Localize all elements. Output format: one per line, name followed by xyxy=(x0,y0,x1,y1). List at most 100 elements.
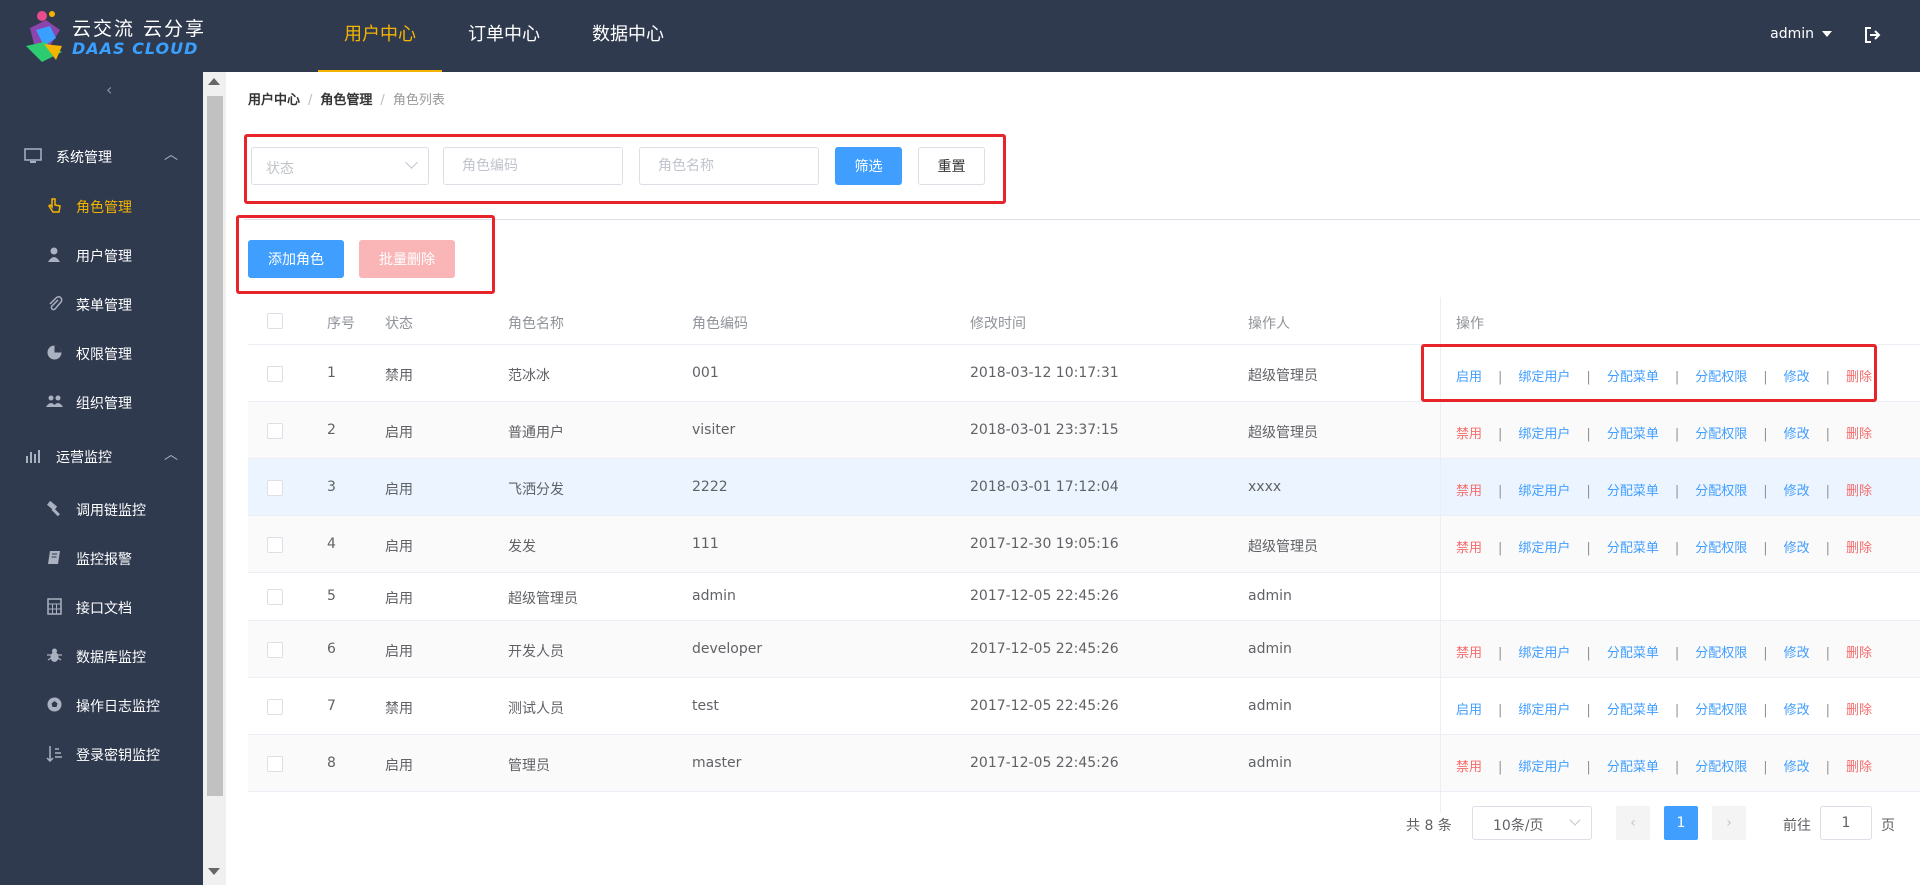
sidebar-item-role[interactable]: 角色管理 xyxy=(0,186,203,226)
toggle-status-link[interactable]: 禁用 xyxy=(1456,484,1482,499)
edit-link[interactable]: 修改 xyxy=(1784,427,1810,442)
table-row[interactable]: 5 启用 超级管理员 admin 2017-12-05 22:45:26 admin xyxy=(248,573,1920,621)
breadcrumb-item[interactable]: 角色管理 xyxy=(320,93,372,108)
bind-user-link[interactable]: 绑定用户 xyxy=(1518,760,1570,775)
collapse-sidebar-icon[interactable]: ‹ xyxy=(106,80,112,99)
delete-link[interactable]: 删除 xyxy=(1846,703,1872,718)
table-row[interactable]: 7 禁用 测试人员 test 2017-12-05 22:45:26 admin 启用 | 绑定… xyxy=(248,678,1920,735)
bind-user-link[interactable]: 绑定用户 xyxy=(1518,484,1570,499)
sidebar-item-key-monitor[interactable]: 登录密钥监控 xyxy=(0,734,203,774)
row-checkbox[interactable] xyxy=(267,756,283,772)
prev-page-button[interactable]: ‹ xyxy=(1616,806,1650,840)
assign-menu-link[interactable]: 分配菜单 xyxy=(1607,541,1659,556)
sidebar-item-user[interactable]: 用户管理 xyxy=(0,235,203,275)
sidebar-scroll-thumb[interactable] xyxy=(207,96,223,796)
assign-permission-link[interactable]: 分配权限 xyxy=(1695,541,1747,556)
role-name-input[interactable] xyxy=(639,147,819,185)
row-checkbox[interactable] xyxy=(267,699,283,715)
breadcrumb-item[interactable]: 用户中心 xyxy=(248,93,300,108)
table-row[interactable]: 3 启用 飞洒分发 2222 2018-03-01 17:12:04 xxxx 禁用 | 绑定用… xyxy=(248,459,1920,516)
monitor-icon xyxy=(24,148,42,163)
topnav-user-center[interactable]: 用户中心 xyxy=(318,0,442,72)
table-row[interactable]: 4 启用 发发 111 2017-12-30 19:05:16 超级管理员 禁用 | 绑定用户 |… xyxy=(248,516,1920,573)
toggle-status-link[interactable]: 禁用 xyxy=(1456,760,1482,775)
bind-user-link[interactable]: 绑定用户 xyxy=(1518,703,1570,718)
bind-user-link[interactable]: 绑定用户 xyxy=(1518,427,1570,442)
sidebar-item-oplog[interactable]: 操作日志监控 xyxy=(0,685,203,725)
table-row[interactable]: 6 启用 开发人员 developer 2017-12-05 22:45:26 admin… xyxy=(248,621,1920,678)
row-checkbox[interactable] xyxy=(267,480,283,496)
edit-link[interactable]: 修改 xyxy=(1784,484,1810,499)
assign-permission-link[interactable]: 分配权限 xyxy=(1695,703,1747,718)
sidebar-item-trace[interactable]: 调用链监控 xyxy=(0,489,203,529)
sidebar-item-permission[interactable]: 权限管理 xyxy=(0,333,203,373)
assign-permission-link[interactable]: 分配权限 xyxy=(1695,760,1747,775)
sidebar-group-system[interactable]: 系统管理 ︿ xyxy=(0,136,203,176)
user-menu[interactable]: admin xyxy=(1770,26,1832,42)
sidebar-item-alarm[interactable]: 监控报警 xyxy=(0,538,203,578)
next-page-button[interactable]: › xyxy=(1712,806,1746,840)
sidebar-item-org[interactable]: 组织管理 xyxy=(0,382,203,422)
cell-code: test xyxy=(692,698,719,714)
col-time: 修改时间 xyxy=(970,316,1026,332)
edit-link[interactable]: 修改 xyxy=(1784,646,1810,661)
table-row[interactable]: 8 启用 管理员 master 2017-12-05 22:45:26 admin 禁用 | 绑… xyxy=(248,735,1920,792)
edit-link[interactable]: 修改 xyxy=(1784,703,1810,718)
row-checkbox[interactable] xyxy=(267,642,283,658)
reset-button[interactable]: 重置 xyxy=(918,147,985,185)
sidebar-item-db-monitor[interactable]: 数据库监控 xyxy=(0,636,203,676)
assign-menu-link[interactable]: 分配菜单 xyxy=(1607,760,1659,775)
topnav-order-center[interactable]: 订单中心 xyxy=(442,0,566,72)
assign-permission-link[interactable]: 分配权限 xyxy=(1695,484,1747,499)
filter-button[interactable]: 筛选 xyxy=(835,147,902,185)
toggle-status-link[interactable]: 禁用 xyxy=(1456,427,1482,442)
toggle-status-link[interactable]: 禁用 xyxy=(1456,646,1482,661)
assign-menu-link[interactable]: 分配菜单 xyxy=(1607,427,1659,442)
bind-user-link[interactable]: 绑定用户 xyxy=(1518,541,1570,556)
toggle-status-link[interactable]: 禁用 xyxy=(1456,541,1482,556)
select-all-checkbox[interactable] xyxy=(267,313,283,329)
assign-menu-link[interactable]: 分配菜单 xyxy=(1607,484,1659,499)
batch-delete-button[interactable]: 批量删除 xyxy=(359,240,455,278)
cell-status: 启用 xyxy=(385,758,413,774)
row-checkbox[interactable] xyxy=(267,423,283,439)
sidebar-group-ops[interactable]: 运营监控 ︿ xyxy=(0,436,203,476)
logout-icon[interactable] xyxy=(1864,26,1882,44)
row-actions: 禁用 | 绑定用户 | 分配菜单 | 分配权限 | 修改 | 删除 xyxy=(1456,760,1873,775)
row-actions: 启用 | 绑定用户 | 分配菜单 | 分配权限 | 修改 | 删除 xyxy=(1456,703,1873,718)
assign-permission-link[interactable]: 分配权限 xyxy=(1695,646,1747,661)
row-checkbox[interactable] xyxy=(267,589,283,605)
topnav-data-center[interactable]: 数据中心 xyxy=(566,0,690,72)
add-role-button[interactable]: 添加角色 xyxy=(248,240,344,278)
edit-link[interactable]: 修改 xyxy=(1784,541,1810,556)
edit-link[interactable]: 修改 xyxy=(1784,760,1810,775)
scroll-down-icon[interactable] xyxy=(208,868,220,875)
delete-link[interactable]: 删除 xyxy=(1846,760,1872,775)
role-code-input[interactable] xyxy=(443,147,623,185)
bind-user-link[interactable]: 绑定用户 xyxy=(1518,646,1570,661)
assign-permission-link[interactable]: 分配权限 xyxy=(1695,427,1747,442)
delete-link[interactable]: 删除 xyxy=(1846,484,1872,499)
sidebar-item-menu[interactable]: 菜单管理 xyxy=(0,284,203,324)
cell-name: 发发 xyxy=(508,539,536,555)
delete-link[interactable]: 删除 xyxy=(1846,646,1872,661)
row-checkbox[interactable] xyxy=(267,366,283,382)
assign-menu-link[interactable]: 分配菜单 xyxy=(1607,703,1659,718)
cell-name: 开发人员 xyxy=(508,644,564,660)
row-actions: 禁用 | 绑定用户 | 分配菜单 | 分配权限 | 修改 | 删除 xyxy=(1456,541,1873,556)
row-checkbox[interactable] xyxy=(267,537,283,553)
page-size-select[interactable]: 10条/页 xyxy=(1472,806,1592,840)
delete-link[interactable]: 删除 xyxy=(1846,427,1872,442)
scroll-up-icon[interactable] xyxy=(208,78,220,85)
goto-label: 前往 xyxy=(1783,818,1811,834)
page-number-current[interactable]: 1 xyxy=(1664,806,1698,840)
goto-page-input[interactable]: 1 xyxy=(1820,806,1872,840)
delete-link[interactable]: 删除 xyxy=(1846,541,1872,556)
toggle-status-link[interactable]: 启用 xyxy=(1456,703,1482,718)
table-row[interactable]: 2 启用 普通用户 visiter 2018-03-01 23:37:15 超级管理员 禁用… xyxy=(248,402,1920,459)
assign-menu-link[interactable]: 分配菜单 xyxy=(1607,646,1659,661)
status-select[interactable]: 状态 xyxy=(251,147,429,185)
sidebar-item-api-doc[interactable]: 接口文档 xyxy=(0,587,203,627)
cell-time: 2018-03-12 10:17:31 xyxy=(970,365,1119,381)
brand-logo[interactable]: 云交流 云分享 DAAS CLOUD xyxy=(22,6,212,66)
